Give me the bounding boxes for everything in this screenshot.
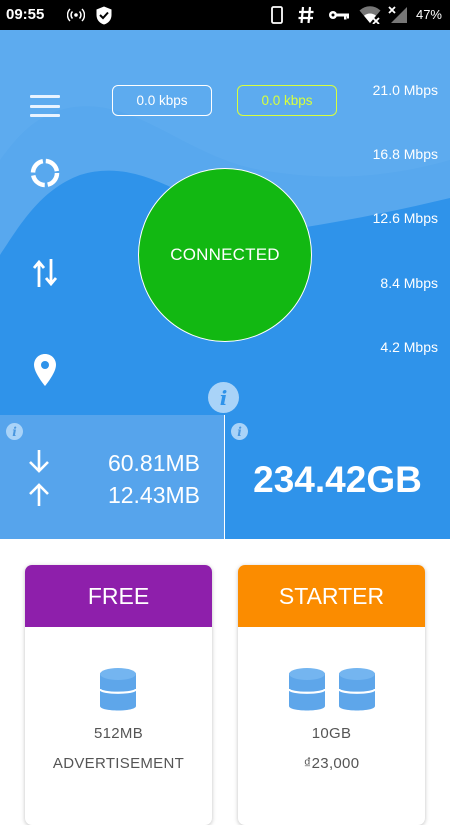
phone-icon — [269, 5, 285, 25]
refresh-icon[interactable] — [28, 156, 62, 190]
session-usage-panel: i 60.81MB 12.43MB — [0, 415, 224, 539]
plan-card-starter[interactable]: STARTER 10GB ₫23,000 — [238, 565, 425, 825]
info-icon[interactable]: i — [6, 423, 23, 440]
plan-detail: ADVERTISEMENT — [52, 755, 185, 772]
hash-icon — [297, 5, 315, 25]
database-icon — [98, 667, 138, 718]
upload-usage: 12.43MB — [107, 482, 200, 508]
location-pin-icon[interactable] — [30, 352, 60, 388]
speed-scale-label: 8.4 Mbps — [380, 275, 438, 291]
hotspot-icon — [66, 5, 86, 25]
download-speed-box: 0.0 kbps — [112, 85, 212, 116]
info-icon[interactable]: i — [231, 423, 248, 440]
speed-scale-label: 16.8 Mbps — [372, 146, 438, 162]
database-icon — [287, 667, 327, 718]
status-time: 09:55 — [6, 6, 45, 23]
status-bar: 09:55 47% — [0, 0, 450, 30]
plan-data-amount: 10GB — [311, 725, 352, 742]
total-usage: 234.42GB — [253, 459, 422, 500]
download-usage: 60.81MB — [107, 450, 200, 476]
arrow-up-icon — [28, 483, 50, 512]
connect-button[interactable]: CONNECTED — [138, 168, 312, 342]
shield-icon — [94, 5, 114, 25]
menu-button[interactable] — [30, 95, 60, 117]
plan-data-amount: 512MB — [93, 725, 144, 742]
battery-level: 47% — [415, 7, 442, 22]
upload-speed-box: 0.0 kbps — [237, 85, 337, 116]
speed-scale-label: 21.0 Mbps — [372, 82, 438, 98]
speed-scale-label: 12.6 Mbps — [372, 210, 438, 226]
plan-title: FREE — [25, 565, 212, 627]
key-icon — [328, 5, 350, 25]
database-icon — [337, 667, 377, 718]
arrow-down-icon — [28, 449, 50, 478]
speed-panel: 0.0 kbps 0.0 kbps 21.0 Mbps 16.8 Mbps 12… — [0, 30, 450, 415]
plan-card-free[interactable]: FREE 512MB ADVERTISEMENT — [25, 565, 212, 825]
info-icon[interactable]: i — [208, 382, 239, 413]
swap-arrows-icon[interactable] — [30, 256, 60, 290]
total-usage-panel: i 234.42GB — [225, 415, 450, 539]
signal-icon — [387, 5, 409, 25]
speed-scale-label: 4.2 Mbps — [380, 339, 438, 355]
plan-price: ₫23,000 — [303, 755, 360, 772]
plan-title: STARTER — [238, 565, 425, 627]
wifi-icon — [358, 5, 382, 25]
